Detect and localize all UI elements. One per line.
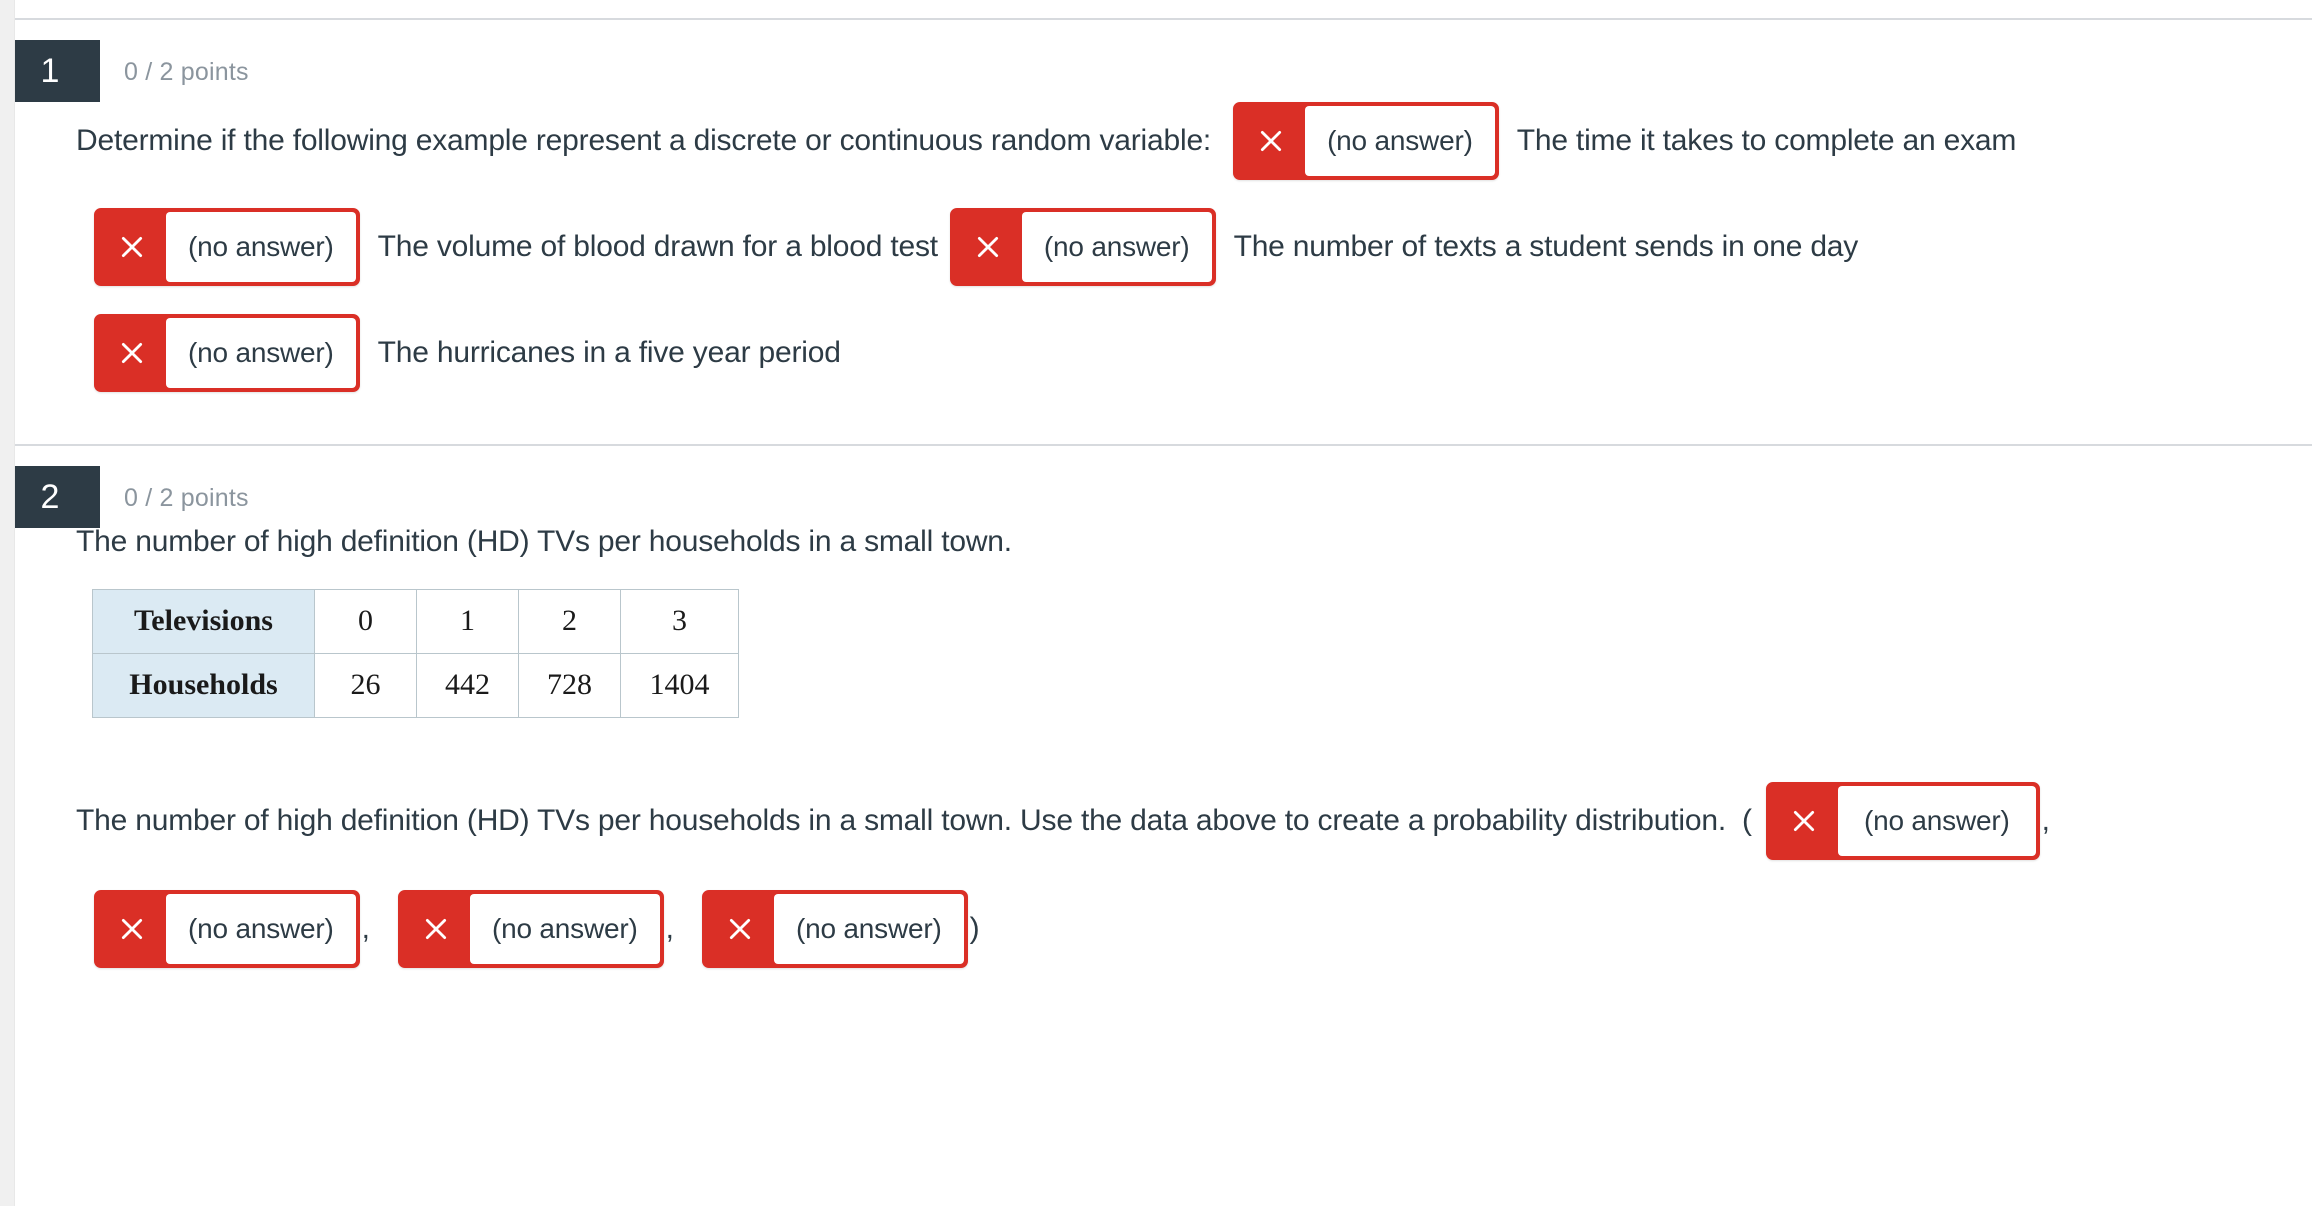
question-1-prompt: Determine if the following example repre… (76, 124, 1212, 157)
question-1-header: 1 0 / 2 points (0, 20, 2312, 102)
question-2-intro: The number of high definition (HD) TVs p… (76, 525, 1012, 558)
answer-value: (no answer) (469, 893, 660, 964)
table-cell: 1404 (620, 652, 739, 718)
answer-value: (no answer) (1305, 106, 1495, 176)
question-2-line-1: The number of high definition (HD) TVs p… (76, 781, 2312, 860)
answer-value: (no answer) (166, 212, 356, 282)
answer-option-label-1-1: The time it takes to complete an exam (1516, 124, 2017, 157)
x-mark-icon (953, 212, 1022, 282)
row-header-households: Households (92, 652, 315, 718)
comma-separator: , (361, 911, 370, 945)
answer-value: (no answer) (166, 318, 356, 388)
table-cell: 728 (518, 652, 621, 718)
answer-value: (no answer) (1837, 785, 2036, 856)
x-mark-icon (1769, 785, 1838, 856)
question-2-prompt: The number of high definition (HD) TVs p… (76, 803, 1726, 837)
x-mark-icon (98, 212, 166, 282)
comma-separator: , (665, 911, 674, 945)
left-gutter-strip (0, 0, 15, 1206)
question-1-number-badge: 1 (0, 40, 100, 102)
answer-box-2-3[interactable]: (no answer) (397, 889, 664, 968)
table-cell: 2 (518, 588, 621, 654)
answer-value: (no answer) (1021, 212, 1212, 282)
hd-tv-data-table: Televisions 0 1 2 3 Households 26 442 72… (92, 588, 739, 718)
question-2-header: 2 0 / 2 points (0, 446, 2312, 528)
answer-option-label-1-4: The hurricanes in a five year period (377, 336, 841, 369)
table-cell: 1 (416, 588, 519, 654)
x-mark-icon (705, 893, 774, 964)
question-1: 1 0 / 2 points Determine if the followin… (0, 20, 2312, 444)
question-1-points: 0 / 2 points (124, 58, 249, 86)
question-1-body: Determine if the following example repre… (14, 102, 2312, 444)
table-cell: 3 (620, 588, 739, 654)
answer-box-1-4[interactable]: (no answer) (94, 314, 360, 392)
question-2-number-badge: 2 (0, 466, 100, 528)
x-mark-icon (401, 893, 470, 964)
question-2-points: 0 / 2 points (124, 484, 249, 512)
answer-box-1-3[interactable]: (no answer) (949, 208, 1216, 286)
question-1-line-1: Determine if the following example repre… (76, 102, 2312, 180)
answer-value: (no answer) (166, 893, 356, 964)
answer-option-label-1-2: The volume of blood drawn for a blood te… (377, 230, 938, 263)
answer-value: (no answer) (773, 893, 964, 964)
table-cell: 442 (416, 652, 519, 718)
question-2: 2 0 / 2 points The number of high defini… (0, 446, 2312, 968)
answer-box-2-1[interactable]: (no answer) (1765, 781, 2040, 860)
table-cell: 0 (314, 588, 417, 654)
table-row-households: Households 26 442 728 1404 (92, 652, 739, 718)
open-paren: ( (1741, 803, 1752, 837)
answer-box-2-4[interactable]: (no answer) (701, 889, 968, 968)
question-1-line-2: (no answer) The volume of blood drawn fo… (76, 208, 2312, 286)
question-2-body: The number of high definition (HD) TVs p… (14, 522, 2312, 968)
question-1-line-3: (no answer) The hurricanes in a five yea… (76, 314, 2312, 392)
table-cell: 26 (314, 652, 417, 718)
answer-box-1-2[interactable]: (no answer) (94, 208, 360, 286)
question-2-line-2: (no answer) , (no answer) , (no answer) … (76, 889, 2312, 968)
row-header-televisions: Televisions (92, 588, 315, 654)
x-mark-icon (98, 318, 166, 388)
comma-separator: , (2041, 803, 2050, 837)
table-row-televisions: Televisions 0 1 2 3 (92, 588, 739, 654)
close-paren: ) (969, 911, 980, 945)
answer-option-label-1-3: The number of texts a student sends in o… (1233, 230, 1859, 263)
answer-box-1-1[interactable]: (no answer) (1233, 102, 1499, 180)
x-mark-icon (98, 893, 166, 964)
quiz-results-page: 1 0 / 2 points Determine if the followin… (0, 0, 2312, 1206)
x-mark-icon (1237, 106, 1306, 176)
answer-box-2-2[interactable]: (no answer) (94, 889, 360, 968)
